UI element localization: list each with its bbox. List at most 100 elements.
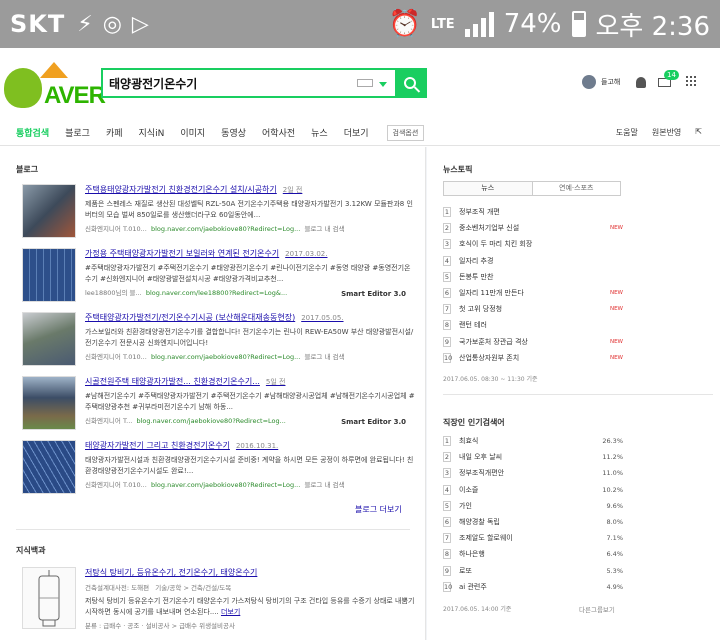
list-item[interactable]: 9 국가보훈처 장관급 격상 NEW <box>443 334 623 350</box>
clock: 오후 2:36 <box>595 11 711 42</box>
blog-inner-search[interactable]: 블로그 내 검색 <box>304 481 344 489</box>
search-input[interactable] <box>103 70 357 96</box>
blog-source[interactable]: 신화엔지니어 T.010... <box>85 481 147 489</box>
blog-thumbnail[interactable] <box>22 440 76 494</box>
blog-inner-search[interactable]: 블로그 내 검색 <box>304 225 344 233</box>
keyword-link[interactable]: 돈봉투 만찬 <box>459 272 623 282</box>
network-type: LTE <box>430 16 455 32</box>
search-option-button[interactable]: 검색옵션 <box>386 124 425 141</box>
share-icon[interactable]: ⇱ <box>695 127 702 138</box>
keyword-link[interactable]: 내일 오후 날씨 <box>459 452 602 462</box>
user-menu[interactable]: 들고해 <box>582 75 620 89</box>
apps-grid-icon[interactable] <box>686 76 696 86</box>
list-item[interactable]: 3 정부조직개편안 11.0% <box>443 465 623 481</box>
autocomplete-toggle-icon[interactable] <box>379 82 387 87</box>
keyword-link[interactable]: 정부조직 개편 <box>459 207 623 217</box>
keyboard-icon[interactable] <box>357 79 373 87</box>
encyclopedia-thumbnail[interactable] <box>22 567 76 629</box>
blog-thumbnail[interactable] <box>22 184 76 238</box>
keyword-link[interactable]: 하나은행 <box>459 549 606 559</box>
list-item[interactable]: 5 돈봉투 만찬 <box>443 269 623 285</box>
list-item[interactable]: 8 하나은행 6.4% <box>443 546 623 562</box>
blog-thumbnail[interactable] <box>22 376 76 430</box>
tab-news[interactable]: 뉴스 <box>303 126 336 139</box>
keyword-link[interactable]: 로또 <box>459 566 606 576</box>
blog-title-link[interactable]: 가정용 주택태양광자가발전기 보일러와 연계된 전기온수기 <box>85 249 279 258</box>
blog-title-link[interactable]: 주택용태양광자가발전기 친환경전기온수기 설치/시공하기 <box>85 185 277 194</box>
blog-source[interactable]: 신화엔지니어 T... <box>85 417 132 425</box>
list-item[interactable]: 7 첫 고위 당정청 NEW <box>443 301 623 317</box>
blog-more-link[interactable]: 블로그 더보기 <box>355 504 402 515</box>
blog-url[interactable]: blog.naver.com/jaebokiove80?Redirect=Log… <box>151 225 300 233</box>
keyword-link[interactable]: 호식이 두 마리 치킨 회장 <box>459 239 623 249</box>
list-item[interactable]: 9 로또 5.3% <box>443 563 623 579</box>
keyword-link[interactable]: 국가보훈처 장관급 격상 <box>459 337 610 347</box>
list-item[interactable]: 1 최효식 26.3% <box>443 433 623 449</box>
list-item[interactable]: 6 해양경찰 독립 8.0% <box>443 514 623 530</box>
list-item[interactable]: 2 내일 오후 날씨 11.2% <box>443 449 623 465</box>
tab-integrated[interactable]: 통합검색 <box>0 126 57 139</box>
blog-thumbnail[interactable] <box>22 312 76 366</box>
list-item[interactable]: 7 조제알도 할로웨이 7.1% <box>443 530 623 546</box>
help-link[interactable]: 도움말 <box>616 127 638 138</box>
rank-number: 7 <box>443 533 451 544</box>
list-item[interactable]: 6 일자리 11만개 만든다 NEW <box>443 285 623 301</box>
news-topic-title: 뉴스토픽 <box>443 165 473 174</box>
new-badge: NEW <box>609 338 623 345</box>
keyword-link[interactable]: 정부조직개편안 <box>459 468 602 478</box>
list-item[interactable]: 4 이소즐 10.2% <box>443 482 623 498</box>
blog-url[interactable]: blog.naver.com/jaebokiove80?Redirect=Log… <box>151 353 300 361</box>
blog-source[interactable]: lee18800님의 블... <box>85 289 142 297</box>
blog-url[interactable]: blog.naver.com/jaebokiove80?Redirect=Log… <box>151 481 300 489</box>
tab-more[interactable]: 더보기 <box>336 126 377 139</box>
tab-kin[interactable]: 지식iN <box>131 126 173 139</box>
list-item[interactable]: 2 중소벤처기업부 신설 NEW <box>443 220 623 236</box>
keyword-link[interactable]: 가인 <box>459 501 606 511</box>
blog-source[interactable]: 신화엔지니어 T.010... <box>85 353 147 361</box>
list-item[interactable]: 3 호식이 두 마리 치킨 회장 <box>443 236 623 252</box>
tab-cafe[interactable]: 카페 <box>98 126 131 139</box>
keyword-link[interactable]: 최효식 <box>459 436 602 446</box>
list-item[interactable]: 10 ai 관련주 4.9% <box>443 579 623 595</box>
keyword-link[interactable]: 랜턴 테러 <box>459 320 623 330</box>
list-item[interactable]: 10 산업통상자원부 존치 NEW <box>443 350 623 366</box>
encyclopedia-more-link[interactable]: 더보기 <box>221 608 240 616</box>
keyword-link[interactable]: 조제알도 할로웨이 <box>459 533 606 543</box>
bell-icon[interactable] <box>636 77 646 88</box>
blog-inner-search[interactable]: 블로그 내 검색 <box>304 353 344 361</box>
blog-title-link[interactable]: 태양광자가발전기 그리고 친환경전기온수기 <box>85 441 230 450</box>
keyword-link[interactable]: ai 관련주 <box>459 582 606 592</box>
keyword-link[interactable]: 첫 고위 당정청 <box>459 304 610 314</box>
popular-more-link[interactable]: 다른그룹보기 <box>579 604 615 614</box>
encyclopedia-source[interactable]: 건축설계대사전: 도해편 <box>85 584 149 592</box>
keyword-link[interactable]: 이소즐 <box>459 485 602 495</box>
keyword-link[interactable]: 일자리 추경 <box>459 256 623 266</box>
keyword-link[interactable]: 일자리 11만개 만든다 <box>459 288 610 298</box>
keyword-link[interactable]: 해양경찰 독립 <box>459 517 606 527</box>
blog-title-link[interactable]: 시골전원주택 태양광자가발전... 친환경전기온수기... <box>85 377 260 386</box>
tab-image[interactable]: 이미지 <box>172 126 213 139</box>
list-item[interactable]: 5 가인 9.6% <box>443 498 623 514</box>
results-column: 블로그 주택용태양광자가발전기 친환경전기온수기 설치/시공하기 2일 전 제품은… <box>0 147 426 640</box>
carrier-label: SKT <box>10 10 66 38</box>
list-item[interactable]: 1 정부조직 개편 <box>443 204 623 220</box>
naver-logo[interactable]: AVER <box>4 62 106 110</box>
tab-dictionary[interactable]: 어학사전 <box>254 126 303 139</box>
original-link[interactable]: 원본반영 <box>652 127 681 138</box>
list-item[interactable]: 8 랜턴 테러 <box>443 317 623 333</box>
blog-source[interactable]: 신화엔지니어 T.010... <box>85 225 147 233</box>
keyword-link[interactable]: 산업통상자원부 존치 <box>459 353 610 363</box>
tab-news-topic[interactable]: 뉴스 <box>444 182 533 195</box>
tab-blog[interactable]: 블로그 <box>57 126 98 139</box>
list-item[interactable]: 4 일자리 추경 <box>443 253 623 269</box>
search-button[interactable] <box>395 70 425 96</box>
tab-video[interactable]: 동영상 <box>213 126 254 139</box>
blog-title-link[interactable]: 주택태양광자가발전기/전기온수기시공 (보산해운대재송동현장) <box>85 313 295 322</box>
keyword-link[interactable]: 중소벤처기업부 신설 <box>459 223 610 233</box>
blog-thumbnail[interactable] <box>22 248 76 302</box>
blog-url[interactable]: blog.naver.com/jaebokiove80?Redirect=Log… <box>137 417 286 425</box>
tab-entertainment-sports[interactable]: 연예·스포츠 <box>533 182 621 195</box>
smart-editor-badge: Smart Editor 3.0 <box>341 290 406 298</box>
blog-url[interactable]: blog.naver.com/lee18800?Redirect=Log&... <box>146 289 287 297</box>
encyclopedia-title-link[interactable]: 저탕식 탕비기, 등유온수기, 전기온수기, 태양온수기 <box>85 567 415 578</box>
